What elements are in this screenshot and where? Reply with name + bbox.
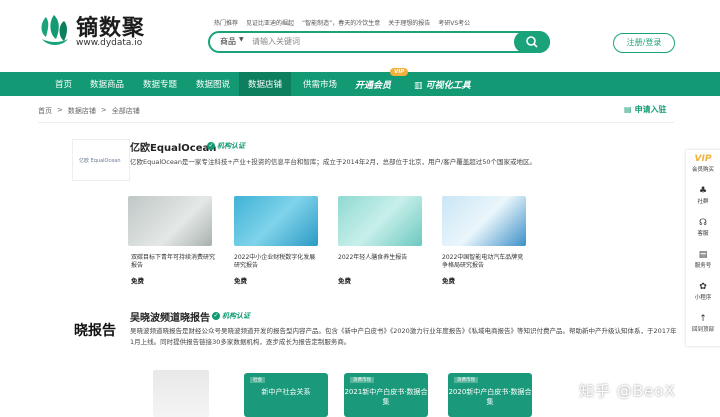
chevron-down-icon[interactable]: ▼: [239, 36, 244, 43]
report-cover-title: 2021新中产白皮书·数据合集: [344, 388, 428, 406]
nav-item-visualization[interactable]: ▥ 可视化工具: [414, 78, 471, 91]
report-cover-title: 新中产社会关系: [261, 388, 311, 396]
report-thumbnail[interactable]: [234, 196, 318, 246]
sidebar-mini-program-label: 小程序: [694, 295, 712, 301]
report-cover-tag: 消费市场: [454, 377, 478, 383]
report-thumbnail[interactable]: [128, 196, 212, 246]
logo-icon[interactable]: [38, 13, 72, 49]
report-cover-tag: 消费市场: [350, 377, 374, 383]
report-thumbnail[interactable]: [153, 370, 209, 417]
main-nav: 首页 数据商品 数据专题 数据图说 数据店铺 供需市场 开通会员 ▥ 可视化工具: [0, 72, 720, 96]
nav-item-data-topics[interactable]: 数据专题: [143, 78, 177, 90]
sidebar-back-to-top-label: 回到顶部: [691, 327, 714, 333]
report-title[interactable]: 2022中国智能电动汽车品牌竞争格局研究报告: [442, 254, 526, 270]
report-price: 免费: [338, 277, 351, 285]
brand-domain: www.dydata.io: [76, 38, 143, 48]
hot-searches: 热门推荐 见证比亚迪的崛起 “智能制造”，春天的冷饮生意 关于理想的报告 考研V…: [214, 18, 470, 27]
sidebar-official-account[interactable]: ▤ 服务号: [686, 250, 720, 269]
nav-item-market[interactable]: 供需市场: [303, 78, 337, 90]
verified-badge-label: 机构认证: [217, 142, 245, 150]
sidebar-vip-label: 会员购买: [691, 167, 714, 173]
report-cover-title: 2020新中产白皮书·数据合集: [448, 388, 532, 406]
vip-icon: VIP: [694, 154, 712, 164]
breadcrumb-separator: >: [57, 106, 63, 114]
report-price: 免费: [234, 277, 247, 285]
sidebar-vip[interactable]: VIP 会员购买: [686, 154, 720, 173]
floating-sidebar: VIP 会员购买 ♣ 社群 ☊ 客服 ▤ 服务号 ✿ 小程序 ↑ 回到顶部: [686, 150, 720, 346]
nav-item-home[interactable]: 首页: [55, 78, 72, 90]
report-title[interactable]: 2022年轻人膳食养生报告: [338, 254, 428, 262]
sidebar-community-label: 社群: [697, 199, 709, 205]
breadcrumb-shops[interactable]: 数据店铺: [68, 106, 96, 116]
verified-badge-label: 机构认证: [222, 312, 250, 320]
shop-name[interactable]: 吴晓波频道晓报告: [130, 309, 210, 324]
store-icon: ▤: [624, 105, 632, 114]
hot-search-link[interactable]: 关于理想的报告: [388, 18, 430, 27]
shop-name[interactable]: 亿欧EqualOcean: [130, 139, 216, 154]
verified-badge: ✓ 机构认证: [212, 311, 250, 321]
shop-logo[interactable]: 亿欧 EqualOcean: [72, 139, 130, 181]
bar-chart-icon: ▥: [414, 81, 423, 91]
miniprogram-icon: ✿: [699, 282, 707, 292]
search-icon: [526, 36, 538, 48]
shop-description: 亿欧EqualOcean是一家专注科技+产业+投资的信息平台和智库；成立于201…: [130, 158, 536, 166]
sidebar-service-label: 客服: [697, 231, 709, 237]
vip-tag: VIP: [390, 68, 409, 76]
shield-check-icon: ✓: [212, 312, 220, 320]
login-button[interactable]: 注册/登录: [613, 33, 675, 53]
community-icon: ♣: [698, 186, 708, 196]
apply-shop-label: 申请入驻: [634, 105, 667, 114]
sidebar-official-account-label: 服务号: [694, 263, 712, 269]
report-cover[interactable]: 社会 新中产社会关系: [244, 373, 328, 417]
divider: [38, 122, 674, 123]
report-thumbnail[interactable]: [442, 196, 526, 246]
report-cover-tag: 社会: [250, 377, 265, 383]
sidebar-back-to-top[interactable]: ↑ 回到顶部: [686, 314, 720, 333]
shop-logo-text: 亿欧 EqualOcean: [79, 158, 121, 164]
verified-badge: ✓ 机构认证: [207, 141, 245, 151]
shield-check-icon: ✓: [207, 142, 215, 150]
nav-item-data-shops[interactable]: 数据店铺: [248, 78, 282, 90]
report-price: 免费: [442, 277, 455, 285]
sidebar-community[interactable]: ♣ 社群: [686, 186, 720, 205]
watermark: 知乎 @BeoX: [579, 382, 676, 400]
report-title[interactable]: 双碳目标下青年可持续消费研究报告: [131, 254, 215, 270]
breadcrumb: 首页 > 数据店铺 > 全部店铺: [38, 106, 140, 116]
report-price: 免费: [131, 277, 144, 285]
report-cover[interactable]: 消费市场 2021新中产白皮书·数据合集: [344, 373, 428, 417]
search-input[interactable]: 请输入关键词: [252, 36, 300, 47]
report-cover[interactable]: 消费市场 2020新中产白皮书·数据合集: [448, 373, 532, 417]
headset-icon: ☊: [699, 218, 707, 228]
breadcrumb-home[interactable]: 首页: [38, 106, 52, 116]
nav-item-visualization-label: 可视化工具: [425, 81, 471, 91]
hot-search-link[interactable]: “智能制造”，春天的冷饮生意: [302, 18, 380, 27]
site-header: 镝数聚 www.dydata.io 热门推荐 见证比亚迪的崛起 “智能制造”，春…: [0, 0, 720, 72]
shop-logo[interactable]: 晓报告: [72, 309, 130, 351]
sidebar-mini-program[interactable]: ✿ 小程序: [686, 282, 720, 301]
report-thumbnail[interactable]: [338, 196, 422, 246]
report-title[interactable]: 2022中小企业财税数字化发展研究报告: [234, 254, 318, 270]
breadcrumb-current: 全部店铺: [111, 107, 140, 115]
shop-description: 吴晓波频道晓报告是财经公众号吴晓波频道开发的报告型内容产品。包含《新中产白皮书》…: [130, 327, 677, 346]
search-category-select[interactable]: 商品: [220, 36, 236, 47]
hot-label: 热门推荐: [214, 20, 239, 27]
document-icon: ▤: [698, 250, 708, 260]
search-button[interactable]: [514, 31, 550, 53]
apply-shop-button[interactable]: ▤ 申请入驻: [624, 104, 667, 115]
arrow-up-icon: ↑: [699, 314, 707, 324]
nav-item-membership[interactable]: 开通会员: [355, 78, 391, 91]
hot-search-link[interactable]: 见证比亚迪的崛起: [246, 18, 294, 27]
shop-logo-text: 晓报告: [74, 324, 116, 339]
nav-item-data-products[interactable]: 数据商品: [90, 78, 124, 90]
breadcrumb-separator: >: [100, 106, 107, 114]
nav-item-data-charts[interactable]: 数据图说: [196, 78, 230, 90]
hot-search-link[interactable]: 考研VS考公: [438, 18, 470, 27]
search-bar: 商品 ▼ 请输入关键词: [208, 31, 550, 53]
sidebar-service[interactable]: ☊ 客服: [686, 218, 720, 237]
